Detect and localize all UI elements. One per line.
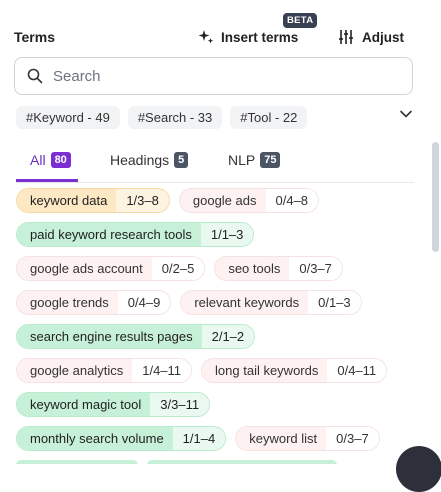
term-row: paid keyword research tools 1/1–3 [16, 222, 416, 247]
term-row: monthly search volume 1/1–4 keyword list… [16, 426, 416, 451]
tab-all-label: All [30, 152, 46, 168]
adjust-button[interactable]: Adjust [338, 29, 404, 45]
term-count: 0/3–7 [289, 257, 342, 280]
term-count: 0/4–9 [117, 291, 171, 314]
filter-chip-search[interactable]: #Search - 33 [127, 106, 223, 129]
term-row: search engine results pages 2/1–2 [16, 324, 416, 349]
term-count: 0/2–5 [151, 257, 205, 280]
term-chip[interactable]: paid keyword research tools 1/1–3 [16, 222, 255, 247]
term-tabs: All 80 Headings 5 NLP 75 [16, 148, 414, 183]
term-count: 1/4–11 [132, 359, 192, 382]
term-chip-partial [16, 460, 138, 464]
term-label: paid keyword research tools [17, 223, 201, 246]
help-chat-button[interactable] [396, 446, 441, 492]
term-label: keyword list [236, 427, 327, 450]
term-count: 0/1–3 [308, 291, 361, 314]
terms-panel: Terms Insert terms BETA Adjust Search #K… [0, 0, 430, 464]
term-count: 0/4–11 [327, 359, 387, 382]
term-label: keyword magic tool [17, 393, 151, 416]
term-count: 0/4–8 [265, 189, 319, 212]
term-count: 3/3–11 [150, 393, 210, 416]
search-input[interactable] [51, 66, 395, 86]
tab-nlp-count: 75 [260, 152, 281, 168]
term-label: monthly search volume [17, 427, 173, 450]
insert-terms-label: Insert terms [221, 29, 299, 45]
tab-nlp[interactable]: NLP 75 [228, 152, 281, 168]
term-row: keyword magic tool 3/3–11 [16, 392, 416, 417]
beta-badge: BETA [283, 13, 318, 28]
term-count: 2/1–2 [201, 325, 255, 348]
term-label: search engine results pages [17, 325, 202, 348]
term-chip[interactable]: search engine results pages 2/1–2 [16, 324, 256, 349]
tab-headings-count: 5 [174, 152, 189, 168]
term-label: long tail keywords [202, 359, 328, 382]
tab-all-count: 80 [50, 152, 71, 168]
filter-chips: #Keyword - 49 #Search - 33 #Tool - 22 [16, 106, 308, 129]
term-row: google trends 0/4–9 relevant keywords 0/… [16, 290, 416, 315]
tab-all[interactable]: All 80 [30, 152, 71, 168]
term-chip[interactable]: google ads account 0/2–5 [16, 256, 206, 281]
term-label: google trends [17, 291, 118, 314]
term-label: google ads account [17, 257, 152, 280]
term-count: 1/3–8 [116, 189, 169, 212]
adjust-label: Adjust [362, 29, 404, 45]
term-label: google ads [179, 189, 266, 212]
term-row: keyword data 1/3–8 google ads 0/4–8 [16, 188, 416, 213]
term-chip[interactable]: google ads 0/4–8 [178, 188, 320, 213]
tab-nlp-label: NLP [228, 152, 256, 168]
terms-list: keyword data 1/3–8 google ads 0/4–8 paid… [16, 188, 416, 460]
term-chip[interactable]: monthly search volume 1/1–4 [16, 426, 227, 451]
search-icon [27, 68, 43, 84]
term-chip[interactable]: relevant keywords 0/1–3 [180, 290, 362, 315]
term-row-partial [16, 460, 337, 464]
terms-title: Terms [14, 29, 55, 45]
term-count: 1/1–3 [200, 223, 254, 246]
term-row: google ads account 0/2–5 seo tools 0/3–7 [16, 256, 416, 281]
tab-headings-label: Headings [110, 152, 170, 168]
scrollbar-thumb[interactable] [432, 142, 439, 252]
term-chip[interactable]: long tail keywords 0/4–11 [201, 358, 388, 383]
active-tab-indicator [16, 179, 78, 182]
term-count: 0/3–7 [326, 427, 379, 450]
insert-terms-button[interactable]: Insert terms [198, 29, 298, 45]
filter-chip-keyword[interactable]: #Keyword - 49 [16, 106, 120, 129]
search-box [14, 57, 413, 95]
term-count: 1/1–4 [172, 427, 226, 450]
sliders-icon [339, 30, 353, 44]
term-label: keyword data [17, 189, 117, 212]
term-chip[interactable]: google analytics 1/4–11 [16, 358, 193, 383]
sparkle-icon [198, 30, 214, 44]
terms-header: Terms Insert terms BETA Adjust [14, 13, 418, 52]
chevron-down-icon[interactable] [399, 107, 413, 121]
term-chip[interactable]: seo tools 0/3–7 [214, 256, 343, 281]
term-chip[interactable]: keyword data 1/3–8 [16, 188, 170, 213]
term-chip-partial [147, 460, 337, 464]
term-chip[interactable]: keyword list 0/3–7 [235, 426, 380, 451]
term-label: google analytics [17, 359, 133, 382]
term-label: seo tools [215, 257, 290, 280]
tab-headings[interactable]: Headings 5 [110, 152, 189, 168]
term-label: relevant keywords [181, 291, 309, 314]
term-row: google analytics 1/4–11 long tail keywor… [16, 358, 416, 383]
term-chip[interactable]: google trends 0/4–9 [16, 290, 172, 315]
term-chip[interactable]: keyword magic tool 3/3–11 [16, 392, 211, 417]
filter-chip-tool[interactable]: #Tool - 22 [230, 106, 308, 129]
